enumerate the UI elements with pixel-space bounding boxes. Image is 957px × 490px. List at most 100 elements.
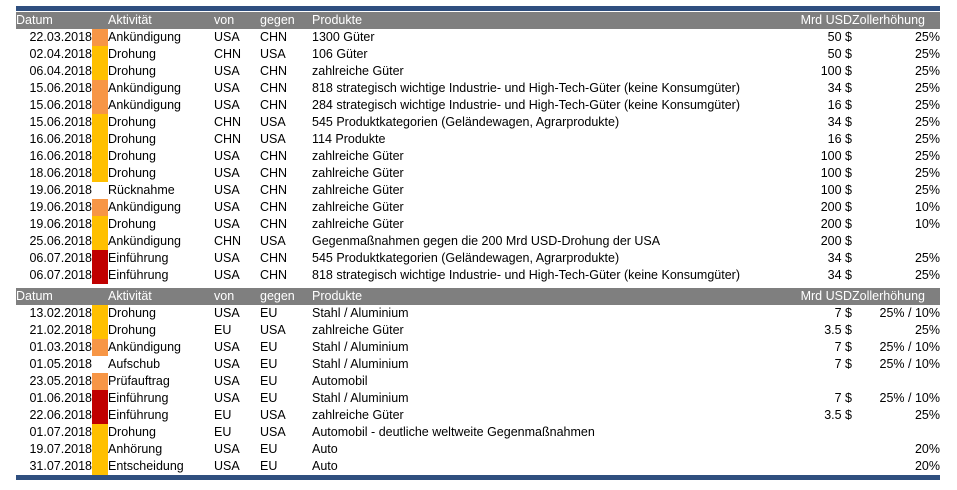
cell-gegen: CHN: [260, 200, 288, 214]
cell-zollerhoehung: 25%: [914, 81, 940, 95]
cell-produkte: 545 Produktkategorien (Geländewagen, Agr…: [312, 115, 620, 129]
cell-zollerhoehung: 25%: [914, 323, 940, 337]
cell-von: USA: [214, 183, 240, 197]
header-produkte: Produkte: [312, 288, 770, 305]
cell-aktivitaet: Einführung: [108, 408, 169, 422]
table-row: 31.07.2018 Entscheidung USA EU Auto 20%: [16, 458, 940, 475]
cell-gegen: EU: [260, 459, 278, 473]
us-china-tariff-table: Datum Aktivität von gegen Produkte Mrd U…: [16, 12, 940, 284]
table-row: 01.03.2018 Ankündigung USA EU Stahl / Alumin…: [16, 339, 940, 356]
cell-von: USA: [214, 251, 240, 265]
cell-mrd-usd: 16 $: [827, 132, 852, 146]
cell-produkte: 818 strategisch wichtige Industrie- und …: [312, 81, 740, 95]
cell-zollerhoehung: 25%: [914, 115, 940, 129]
us-eu-table-body: 13.02.2018 Drohung USA EU Stahl / Aluminium 7…: [16, 305, 940, 475]
cell-mrd-usd: 7 $: [834, 357, 852, 371]
cell-von: USA: [214, 442, 240, 456]
header-zollerhoehung: Zollerhöhung: [852, 12, 940, 29]
cell-gegen: USA: [260, 323, 286, 337]
table-row: 15.06.2018 Ankündigung USA CHN 818 strategis…: [16, 80, 940, 97]
cell-produkte: 1300 Güter: [312, 30, 375, 44]
cell-gegen: USA: [260, 132, 286, 146]
cell-mrd-usd: 200 $: [820, 234, 852, 248]
header-aktivitaet: Aktivität: [108, 12, 214, 29]
activity-color-swatch: [92, 114, 108, 131]
cell-mrd-usd: [770, 373, 852, 390]
cell-von: CHN: [214, 115, 242, 129]
cell-mrd-usd: 200 $: [820, 200, 852, 214]
activity-color-swatch: [92, 216, 108, 233]
us-eu-tariff-table: Datum Aktivität von gegen Produkte Mrd U…: [16, 288, 940, 475]
cell-mrd-usd: [770, 424, 852, 441]
table-row: 16.06.2018 Drohung CHN USA 114 Produkte 16 $ 2…: [16, 131, 940, 148]
activity-color-swatch: [92, 458, 108, 475]
cell-mrd-usd: 100 $: [820, 149, 852, 163]
cell-gegen: EU: [260, 340, 278, 354]
cell-zollerhoehung: [852, 424, 940, 441]
table-row: 25.06.2018 Ankündigung CHN USA Gegenmaßnahme…: [16, 233, 940, 250]
cell-gegen: CHN: [260, 149, 288, 163]
cell-aktivitaet: Drohung: [108, 64, 156, 78]
activity-color-swatch: [92, 441, 108, 458]
cell-gegen: USA: [260, 425, 286, 439]
cell-von: USA: [214, 81, 240, 95]
header-datum: Datum: [16, 12, 92, 29]
table-row: 21.02.2018 Drohung EU USA zahlreiche Güter 3.…: [16, 322, 940, 339]
cell-aktivitaet: Ankündigung: [108, 200, 181, 214]
cell-gegen: EU: [260, 374, 278, 388]
cell-von: USA: [214, 391, 240, 405]
cell-datum: 06.07.2018: [29, 251, 92, 265]
activity-color-swatch: [92, 407, 108, 424]
table-row: 06.07.2018 Einführung USA CHN 545 Produktkat…: [16, 250, 940, 267]
top-frame-bar: [16, 6, 940, 11]
cell-von: EU: [214, 323, 232, 337]
cell-datum: 19.07.2018: [29, 442, 92, 456]
activity-color-swatch: [92, 97, 108, 114]
activity-color-swatch: [92, 267, 108, 284]
table-row: 01.06.2018 Einführung USA EU Stahl / Alumini…: [16, 390, 940, 407]
activity-color-swatch: [92, 424, 108, 441]
cell-aktivitaet: Prüfauftrag: [108, 374, 170, 388]
cell-mrd-usd: 16 $: [827, 98, 852, 112]
cell-mrd-usd: 34 $: [827, 268, 852, 282]
cell-gegen: CHN: [260, 268, 288, 282]
cell-datum: 22.06.2018: [29, 408, 92, 422]
cell-aktivitaet: Drohung: [108, 47, 156, 61]
cell-datum: 23.05.2018: [29, 374, 92, 388]
cell-mrd-usd: [770, 441, 852, 458]
cell-mrd-usd: 34 $: [827, 115, 852, 129]
header-zollerhoehung: Zollerhöhung: [852, 288, 940, 305]
cell-mrd-usd: 7 $: [834, 391, 852, 405]
cell-datum: 13.02.2018: [29, 306, 92, 320]
table-row: 06.04.2018 Drohung USA CHN zahlreiche Güter 1…: [16, 63, 940, 80]
cell-zollerhoehung: 25% / 10%: [879, 340, 940, 354]
cell-datum: 15.06.2018: [29, 98, 92, 112]
table-header-row: Datum Aktivität von gegen Produkte Mrd U…: [16, 288, 940, 305]
activity-color-swatch: [92, 390, 108, 407]
cell-datum: 16.06.2018: [29, 132, 92, 146]
header-mrd-usd: Mrd USD: [770, 288, 852, 305]
cell-zollerhoehung: 25%: [914, 408, 940, 422]
cell-aktivitaet: Drohung: [108, 425, 156, 439]
cell-produkte: Gegenmaßnahmen gegen die 200 Mrd USD-Dro…: [312, 234, 661, 248]
table-row: 13.02.2018 Drohung USA EU Stahl / Aluminium 7…: [16, 305, 940, 322]
cell-von: USA: [214, 98, 240, 112]
table-row: 15.06.2018 Drohung CHN USA 545 Produktkatego…: [16, 114, 940, 131]
cell-gegen: CHN: [260, 183, 288, 197]
cell-zollerhoehung: [852, 373, 940, 390]
cell-gegen: USA: [260, 47, 286, 61]
cell-gegen: EU: [260, 306, 278, 320]
cell-produkte: zahlreiche Güter: [312, 183, 404, 197]
cell-zollerhoehung: 20%: [914, 459, 940, 473]
header-mrd-usd: Mrd USD: [770, 12, 852, 29]
activity-color-swatch: [92, 322, 108, 339]
cell-aktivitaet: Einführung: [108, 268, 169, 282]
cell-mrd-usd: 3.5 $: [824, 323, 852, 337]
cell-aktivitaet: Drohung: [108, 132, 156, 146]
activity-color-swatch: [92, 199, 108, 216]
cell-gegen: EU: [260, 391, 278, 405]
cell-produkte: zahlreiche Güter: [312, 408, 404, 422]
cell-von: USA: [214, 340, 240, 354]
cell-zollerhoehung: 25%: [914, 149, 940, 163]
cell-gegen: USA: [260, 115, 286, 129]
